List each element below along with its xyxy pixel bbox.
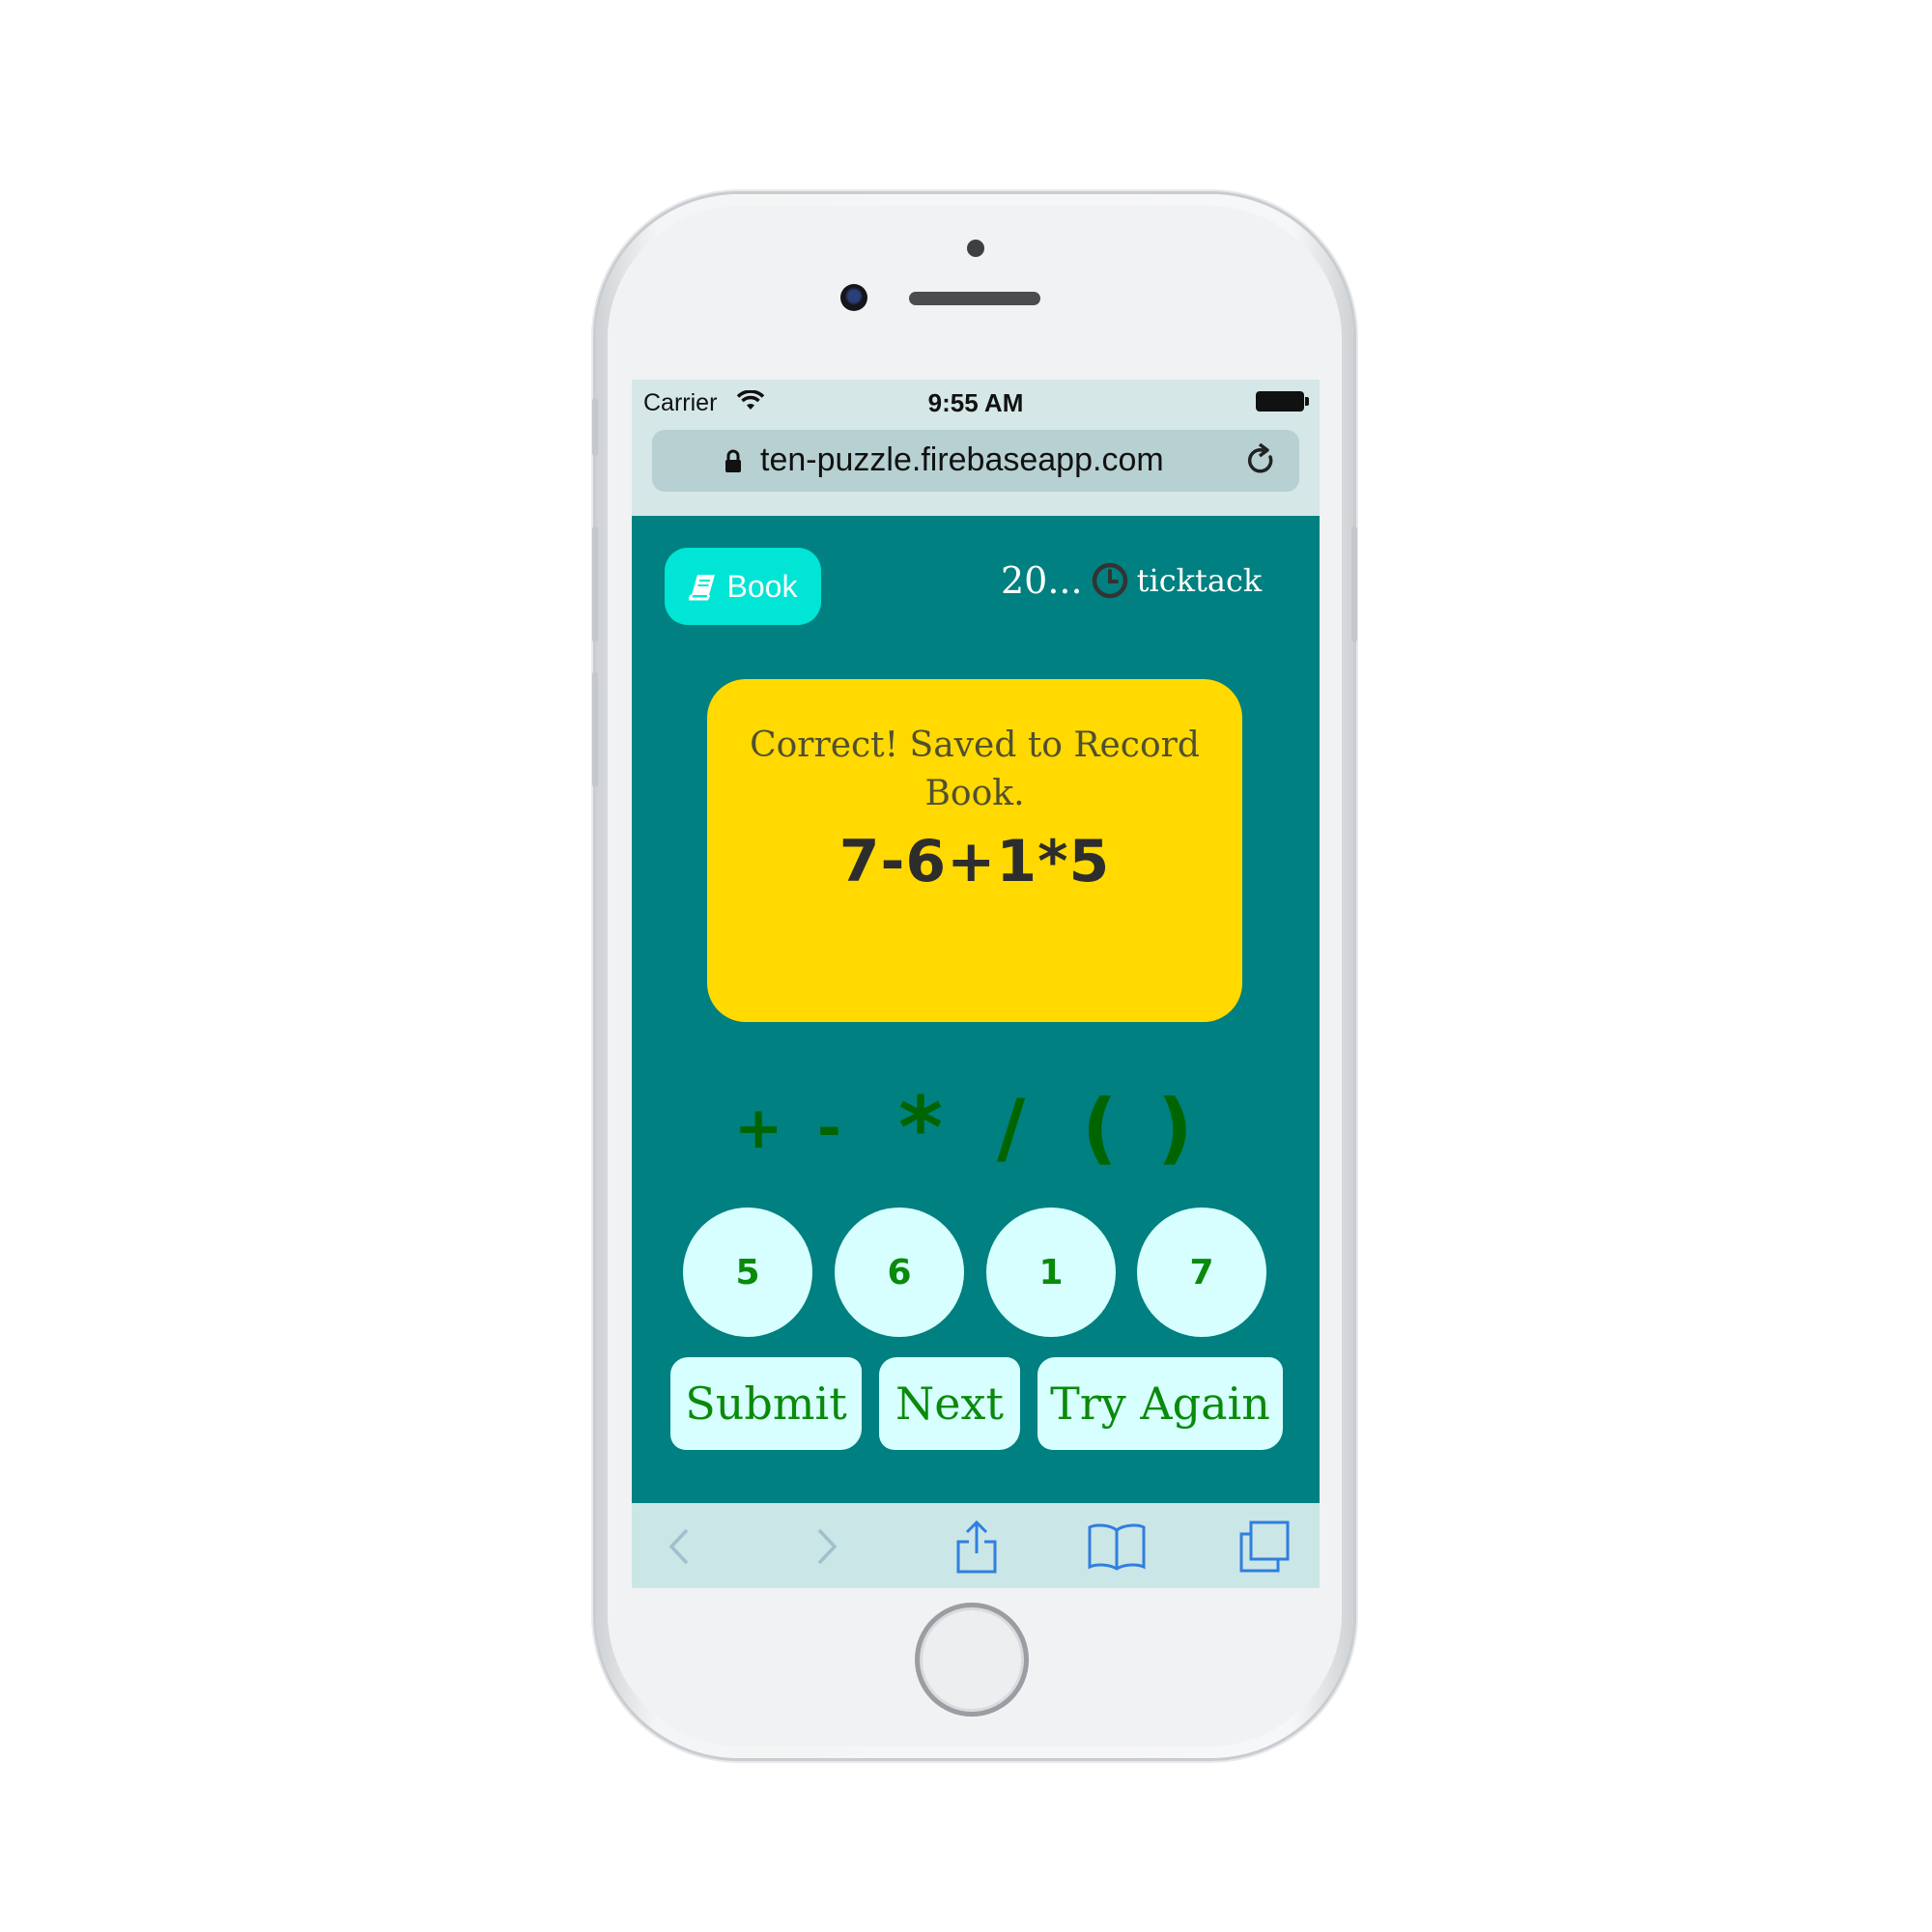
volume-down-button — [592, 671, 598, 787]
operator-plus[interactable]: + — [734, 1085, 782, 1172]
number-tile[interactable]: 6 — [835, 1208, 964, 1337]
try-again-button[interactable]: Try Again — [1037, 1357, 1283, 1450]
book-button-label: Book — [726, 568, 798, 604]
tabs-icon[interactable] — [1236, 1519, 1293, 1575]
address-bar[interactable]: ten-puzzle.firebaseapp.com — [652, 430, 1299, 492]
browser-toolbar — [632, 1503, 1320, 1588]
timer: 20... ticktack — [1001, 559, 1262, 602]
number-tile[interactable]: 5 — [683, 1208, 812, 1337]
phone-screen: Carrier 9:55 AM ten-puzzle.firebaseapp.c… — [632, 380, 1320, 1588]
battery-icon — [1256, 391, 1304, 412]
timer-label: ticktack — [1136, 562, 1263, 599]
bookmarks-icon[interactable] — [1086, 1520, 1148, 1571]
operator-minus[interactable]: - — [817, 1085, 841, 1172]
reload-icon[interactable] — [1245, 443, 1278, 478]
number-tile[interactable]: 1 — [986, 1208, 1116, 1337]
next-button[interactable]: Next — [879, 1357, 1020, 1450]
power-button — [1351, 526, 1357, 642]
status-bar: Carrier 9:55 AM — [632, 380, 1320, 422]
timer-count: 20... — [1001, 559, 1083, 602]
action-row: Submit Next Try Again — [670, 1357, 1289, 1450]
share-icon[interactable] — [952, 1517, 1001, 1575]
url-text: ten-puzzle.firebaseapp.com — [760, 441, 1164, 478]
book-icon — [688, 575, 715, 601]
back-icon[interactable] — [664, 1522, 693, 1571]
lock-icon — [725, 449, 741, 472]
mute-switch — [592, 398, 598, 456]
browser-top-bar: Carrier 9:55 AM ten-puzzle.firebaseapp.c… — [632, 380, 1320, 516]
operator-close-paren[interactable]: ) — [1157, 1085, 1193, 1172]
submit-button[interactable]: Submit — [670, 1357, 862, 1450]
battery-tip — [1305, 397, 1309, 406]
operator-multiply[interactable]: * — [898, 1085, 943, 1172]
front-camera — [840, 284, 867, 311]
forward-icon[interactable] — [813, 1522, 842, 1571]
result-message: Correct! Saved to Record Book. — [750, 725, 1200, 813]
volume-up-button — [592, 526, 598, 642]
proximity-sensor — [967, 240, 984, 257]
operator-open-paren[interactable]: ( — [1082, 1085, 1118, 1172]
result-card: Correct! Saved to Record Book. 7-6+1*5 — [707, 679, 1242, 1022]
number-row: 5 6 1 7 — [683, 1208, 1272, 1337]
home-button[interactable] — [915, 1603, 1029, 1717]
operator-divide[interactable]: / — [997, 1085, 1025, 1172]
operator-row: + - * / ( ) — [724, 1085, 1217, 1172]
clock-icon — [1092, 562, 1127, 599]
book-button[interactable]: Book — [665, 548, 821, 625]
earpiece-speaker — [909, 292, 1040, 305]
number-tile[interactable]: 7 — [1137, 1208, 1266, 1337]
status-time: 9:55 AM — [927, 388, 1024, 417]
result-expression: 7-6+1*5 — [838, 828, 1111, 895]
